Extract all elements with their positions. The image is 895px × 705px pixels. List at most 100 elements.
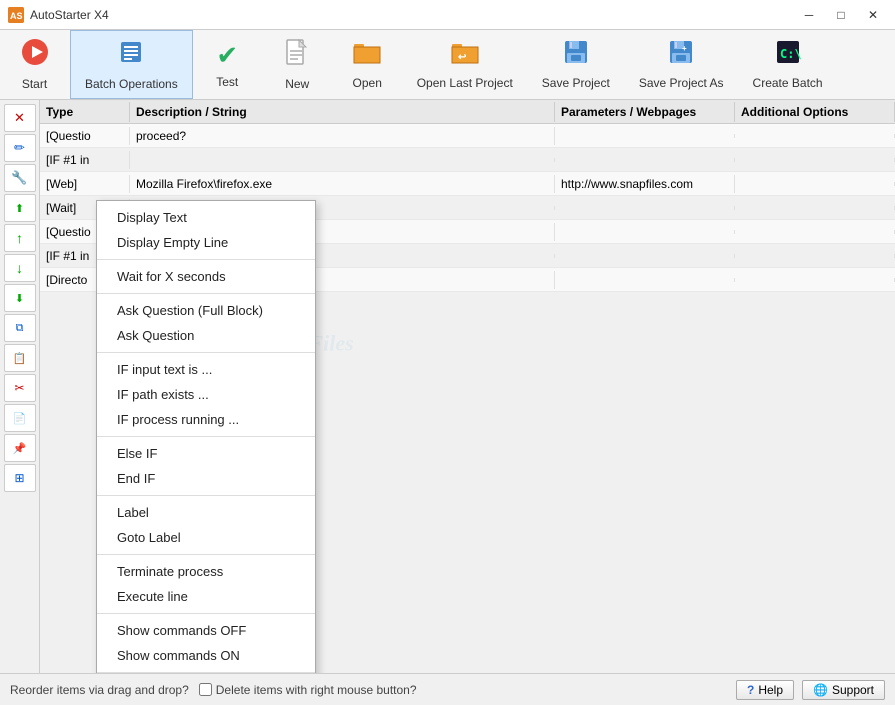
batch-operations-button[interactable]: Batch Operations xyxy=(70,30,193,99)
app-title: AutoStarter X4 xyxy=(30,8,109,22)
svg-text:AS: AS xyxy=(10,11,23,21)
app-icon: AS xyxy=(8,7,24,23)
save-as-label: Save Project As xyxy=(639,76,724,90)
support-icon: 🌐 xyxy=(813,683,828,697)
batch-operations-label: Batch Operations xyxy=(85,77,178,91)
menu-item-display-text[interactable]: Display Text xyxy=(97,205,315,230)
titlebar: AS AutoStarter X4 ─ □ ✕ xyxy=(0,0,895,30)
statusbar: Reorder items via drag and drop? Delete … xyxy=(0,673,895,705)
test-icon: ✔ xyxy=(216,40,238,71)
new-icon xyxy=(284,38,310,73)
open-button[interactable]: Open xyxy=(333,30,403,99)
create-batch-button[interactable]: C:\ Create Batch xyxy=(739,30,838,99)
move-bottom-button[interactable]: ⬇ xyxy=(4,284,36,312)
maximize-button[interactable]: □ xyxy=(827,5,855,25)
menu-item-if-process-running[interactable]: IF process running ... xyxy=(97,407,315,432)
edit-button[interactable]: ✏ xyxy=(4,134,36,162)
menu-divider xyxy=(97,495,315,496)
cell-desc xyxy=(130,158,555,162)
cell-extra xyxy=(735,158,895,162)
cell-extra xyxy=(735,206,895,210)
menu-item-show-commands-on[interactable]: Show commands ON xyxy=(97,643,315,668)
cell-params xyxy=(555,278,735,282)
titlebar-left: AS AutoStarter X4 xyxy=(8,7,109,23)
create-batch-label: Create Batch xyxy=(753,76,823,90)
table-row[interactable]: [IF #1 in xyxy=(40,148,895,172)
save-button[interactable]: Save Project xyxy=(528,30,625,99)
header-extra: Additional Options xyxy=(735,102,895,122)
move-up-button[interactable]: ↑ xyxy=(4,224,36,252)
menu-item-if-path-exists[interactable]: IF path exists ... xyxy=(97,382,315,407)
move-down-button[interactable]: ↓ xyxy=(4,254,36,282)
sidebar: ✕ ✏ 🔧 ⬆ ↑ ↓ ⬇ ⧉ 📋 ✂ 📄 📌 ⊞ xyxy=(0,100,40,673)
cell-params xyxy=(555,206,735,210)
support-button[interactable]: 🌐 Support xyxy=(802,680,885,700)
paste2-button[interactable]: 📌 xyxy=(4,434,36,462)
start-icon xyxy=(21,38,49,73)
menu-item-label[interactable]: Label xyxy=(97,500,315,525)
start-button[interactable]: Start xyxy=(0,30,70,99)
open-last-button[interactable]: ↩ Open Last Project xyxy=(403,30,528,99)
create-batch-icon: C:\ xyxy=(775,39,801,72)
menu-item-show-commands-off[interactable]: Show commands OFF xyxy=(97,618,315,643)
help-label: Help xyxy=(758,683,783,697)
grid-button[interactable]: ⊞ xyxy=(4,464,36,492)
menu-item-execute-line[interactable]: Execute line xyxy=(97,584,315,609)
cell-extra xyxy=(735,254,895,258)
save-as-button[interactable]: + Save Project As xyxy=(625,30,739,99)
save-icon xyxy=(563,39,589,72)
open-last-icon: ↩ xyxy=(450,39,480,72)
cell-type: [IF #1 in xyxy=(40,151,130,169)
cut-button[interactable]: ✂ xyxy=(4,374,36,402)
table-row[interactable]: [Questio proceed? xyxy=(40,124,895,148)
cell-params xyxy=(555,158,735,162)
cell-params xyxy=(555,254,735,258)
menu-item-wait-for-x-seconds[interactable]: Wait for X seconds xyxy=(97,264,315,289)
test-label: Test xyxy=(216,75,238,89)
cell-desc: proceed? xyxy=(130,127,555,145)
cell-extra xyxy=(735,278,895,282)
copy2-button[interactable]: 📄 xyxy=(4,404,36,432)
menu-item-display-empty-line[interactable]: Display Empty Line xyxy=(97,230,315,255)
paste-button[interactable]: 📋 xyxy=(4,344,36,372)
help-icon: ? xyxy=(747,683,754,697)
table-row[interactable]: [Web] Mozilla Firefox\firefox.exe http:/… xyxy=(40,172,895,196)
open-last-label: Open Last Project xyxy=(417,76,513,90)
statusbar-text: Reorder items via drag and drop? xyxy=(10,683,189,697)
menu-item-terminate-process[interactable]: Terminate process xyxy=(97,559,315,584)
wrench-button[interactable]: 🔧 xyxy=(4,164,36,192)
delete-button[interactable]: ✕ xyxy=(4,104,36,132)
new-label: New xyxy=(285,77,309,91)
menu-item-else-if[interactable]: Else IF xyxy=(97,441,315,466)
delete-checkbox[interactable] xyxy=(199,683,212,696)
cell-params xyxy=(555,134,735,138)
cell-params: http://www.snapfiles.com xyxy=(555,175,735,193)
new-button[interactable]: New xyxy=(263,30,333,99)
menu-item-if-input-text[interactable]: IF input text is ... xyxy=(97,357,315,382)
menu-item-end-if[interactable]: End IF xyxy=(97,466,315,491)
save-label: Save Project xyxy=(542,76,610,90)
cell-extra xyxy=(735,134,895,138)
copy-button[interactable]: ⧉ xyxy=(4,314,36,342)
header-params: Parameters / Webpages xyxy=(555,102,735,122)
test-button[interactable]: ✔ Test xyxy=(193,30,263,99)
open-icon xyxy=(352,39,382,72)
menu-divider xyxy=(97,352,315,353)
statusbar-right: ? Help 🌐 Support xyxy=(736,680,885,700)
move-top-button[interactable]: ⬆ xyxy=(4,194,36,222)
delete-checkbox-label[interactable]: Delete items with right mouse button? xyxy=(199,683,417,697)
window-controls: ─ □ ✕ xyxy=(795,5,887,25)
close-button[interactable]: ✕ xyxy=(859,5,887,25)
menu-divider xyxy=(97,436,315,437)
help-button[interactable]: ? Help xyxy=(736,680,794,700)
menu-item-ask-question-full[interactable]: Ask Question (Full Block) xyxy=(97,298,315,323)
delete-checkbox-text: Delete items with right mouse button? xyxy=(216,683,417,697)
batch-icon xyxy=(117,38,145,73)
minimize-button[interactable]: ─ xyxy=(795,5,823,25)
cell-desc: Mozilla Firefox\firefox.exe xyxy=(130,175,555,193)
save-as-icon: + xyxy=(668,39,694,72)
menu-item-goto-label[interactable]: Goto Label xyxy=(97,525,315,550)
menu-item-ask-question[interactable]: Ask Question xyxy=(97,323,315,348)
menu-divider xyxy=(97,613,315,614)
cell-extra xyxy=(735,230,895,234)
